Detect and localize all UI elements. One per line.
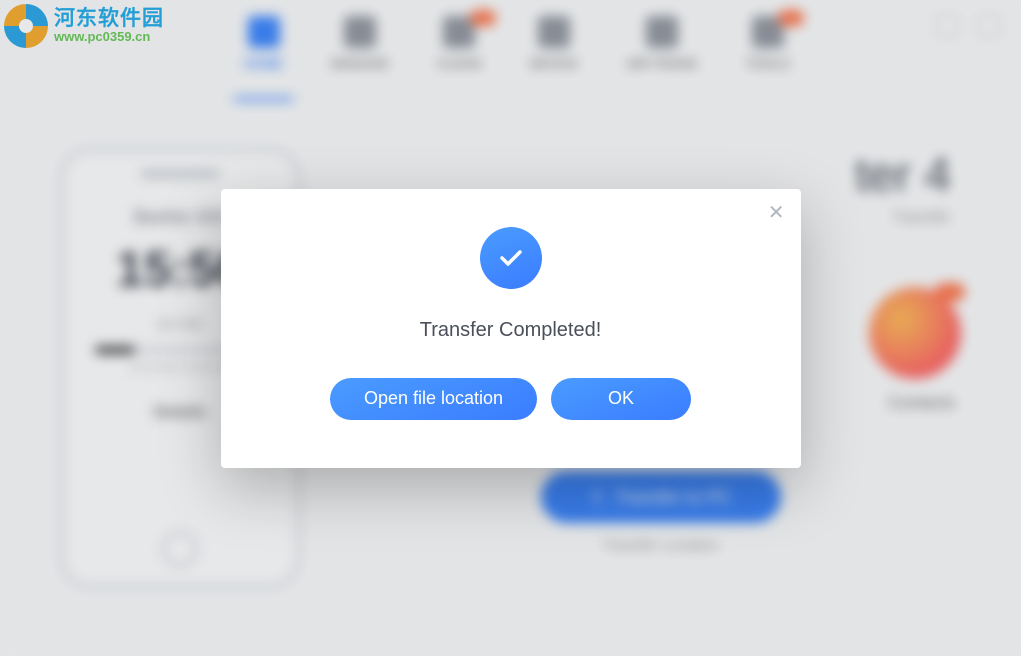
transfer-complete-modal: ✕ Transfer Completed! Open file location… <box>221 189 801 468</box>
checkmark-icon <box>480 227 542 289</box>
close-icon[interactable]: ✕ <box>768 203 785 223</box>
modal-title: Transfer Completed! <box>420 319 602 342</box>
ok-button[interactable]: OK <box>551 378 691 420</box>
modal-overlay: ✕ Transfer Completed! Open file location… <box>0 0 1021 656</box>
modal-button-row: Open file location OK <box>330 378 691 420</box>
open-file-location-button[interactable]: Open file location <box>330 378 537 420</box>
